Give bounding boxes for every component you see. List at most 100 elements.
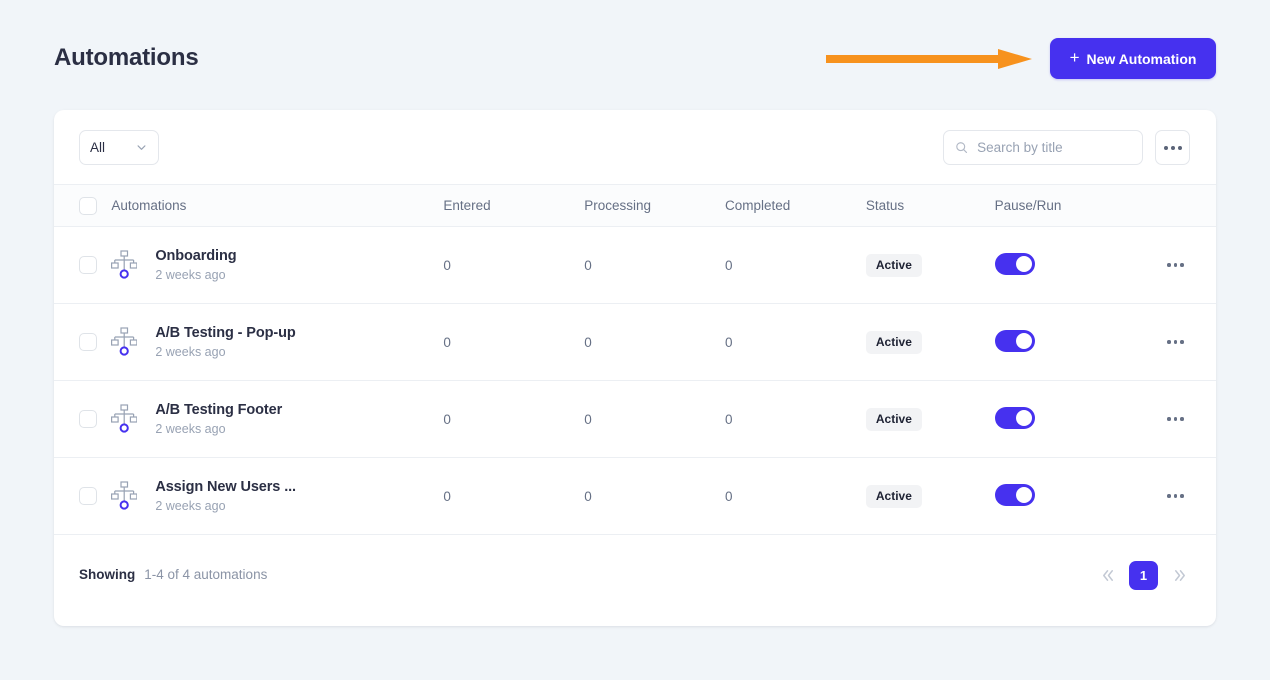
- pagination: 1: [1093, 560, 1194, 590]
- row-title: Onboarding: [155, 248, 237, 264]
- pause-run-toggle[interactable]: [994, 483, 1035, 506]
- column-header-status: Status: [865, 184, 995, 227]
- column-header-entered: Entered: [443, 184, 585, 227]
- row-actions-cell: [1135, 226, 1216, 304]
- row-select-cell: [54, 226, 112, 304]
- filter-dropdown-value: All: [90, 140, 106, 155]
- row-more-button[interactable]: [1135, 340, 1216, 344]
- row-toggle-cell: [994, 226, 1136, 304]
- row-select-cell: [54, 457, 112, 535]
- search-icon: [956, 142, 968, 153]
- automations-page: Automations + New Automation All Search …: [0, 0, 1270, 680]
- select-all-header: [54, 184, 112, 227]
- toggle-knob: [1015, 409, 1032, 426]
- row-checkbox[interactable]: [79, 410, 97, 428]
- toggle-knob: [1015, 486, 1032, 503]
- row-select-cell: [54, 303, 112, 381]
- row-processing-value: 0: [584, 257, 592, 273]
- row-actions-cell: [1135, 303, 1216, 381]
- status-badge: Active: [865, 484, 922, 508]
- column-header-actions: [1135, 184, 1216, 227]
- row-status-cell: Active: [865, 226, 995, 304]
- table-row[interactable]: A/B Testing Footer 2 weeks ago 0 0 0 Act…: [54, 380, 1216, 458]
- row-processing-cell: 0: [584, 380, 726, 458]
- showing-label: Showing: [79, 567, 136, 582]
- column-header-automations: Automations: [111, 184, 444, 227]
- row-checkbox[interactable]: [79, 487, 97, 505]
- row-entered-cell: 0: [443, 457, 585, 535]
- row-subtitle: 2 weeks ago: [155, 345, 226, 359]
- row-toggle-cell: [994, 303, 1136, 381]
- toolbar-more-button[interactable]: [1155, 130, 1190, 165]
- row-processing-cell: 0: [584, 303, 726, 381]
- row-entered-value: 0: [443, 411, 451, 427]
- row-name-cell: A/B Testing - Pop-up 2 weeks ago: [111, 303, 444, 381]
- row-processing-cell: 0: [584, 457, 726, 535]
- showing-range: 1-4 of 4 automations: [144, 567, 268, 582]
- double-chevron-right-icon: [1174, 569, 1185, 581]
- row-entered-cell: 0: [443, 303, 585, 381]
- search-box[interactable]: [943, 130, 1143, 165]
- toggle-knob: [1015, 255, 1032, 272]
- row-completed-cell: 0: [725, 303, 866, 381]
- row-completed-cell: 0: [725, 457, 866, 535]
- row-subtitle: 2 weeks ago: [155, 422, 226, 436]
- new-automation-button[interactable]: + New Automation: [1050, 38, 1216, 79]
- row-checkbox[interactable]: [79, 333, 97, 351]
- row-completed-cell: 0: [725, 380, 866, 458]
- row-more-button[interactable]: [1135, 417, 1216, 421]
- ellipsis-icon: [1167, 417, 1184, 421]
- row-status-cell: Active: [865, 303, 995, 381]
- search-input[interactable]: [977, 140, 1131, 155]
- flowchart-icon: [111, 327, 138, 356]
- annotation-arrow: [826, 49, 1032, 69]
- column-header-pause-run: Pause/Run: [994, 184, 1136, 227]
- row-more-button[interactable]: [1135, 494, 1216, 498]
- table-toolbar: All: [54, 110, 1216, 184]
- filter-dropdown[interactable]: All: [79, 130, 159, 165]
- pause-run-toggle[interactable]: [994, 406, 1035, 429]
- new-automation-button-label: New Automation: [1086, 50, 1197, 67]
- page-header: Automations + New Automation: [0, 0, 1270, 110]
- row-checkbox[interactable]: [79, 256, 97, 274]
- row-more-button[interactable]: [1135, 263, 1216, 267]
- row-entered-cell: 0: [443, 226, 585, 304]
- column-header-completed: Completed: [725, 184, 866, 227]
- row-actions-cell: [1135, 380, 1216, 458]
- table-row[interactable]: A/B Testing - Pop-up 2 weeks ago 0 0 0 A…: [54, 303, 1216, 381]
- row-processing-value: 0: [584, 334, 592, 350]
- row-actions-cell: [1135, 457, 1216, 535]
- row-entered-value: 0: [443, 334, 451, 350]
- select-all-checkbox[interactable]: [79, 196, 97, 215]
- automations-table: Automations Entered Processing Completed…: [54, 184, 1216, 535]
- ellipsis-icon: [1163, 145, 1182, 150]
- table-header-row: Automations Entered Processing Completed…: [54, 184, 1216, 227]
- pause-run-toggle[interactable]: [994, 252, 1035, 275]
- row-completed-value: 0: [725, 257, 733, 273]
- table-footer: Showing 1-4 of 4 automations 1: [54, 535, 1216, 617]
- row-status-cell: Active: [865, 457, 995, 535]
- status-badge: Active: [865, 407, 922, 431]
- row-name-cell: A/B Testing Footer 2 weeks ago: [111, 380, 444, 458]
- table-row[interactable]: Onboarding 2 weeks ago 0 0 0 Active: [54, 226, 1216, 304]
- table-header: Automations Entered Processing Completed…: [54, 184, 1216, 227]
- last-page-button[interactable]: [1164, 560, 1194, 590]
- row-processing-value: 0: [584, 488, 592, 504]
- page-1-button[interactable]: 1: [1129, 560, 1158, 590]
- row-processing-value: 0: [584, 411, 592, 427]
- showing-summary: Showing 1-4 of 4 automations: [79, 567, 267, 582]
- table-row[interactable]: Assign New Users ... 2 weeks ago 0 0 0 A…: [54, 457, 1216, 535]
- row-completed-value: 0: [725, 488, 733, 504]
- column-header-processing: Processing: [584, 184, 726, 227]
- row-toggle-cell: [994, 457, 1136, 535]
- page-title: Automations: [54, 44, 199, 71]
- row-processing-cell: 0: [584, 226, 726, 304]
- row-subtitle: 2 weeks ago: [155, 499, 226, 513]
- row-select-cell: [54, 380, 112, 458]
- flowchart-icon: [111, 250, 138, 279]
- chevron-down-icon: [137, 145, 146, 150]
- first-page-button[interactable]: [1093, 560, 1123, 590]
- pause-run-toggle[interactable]: [994, 329, 1035, 352]
- row-title: A/B Testing - Pop-up: [155, 325, 296, 341]
- ellipsis-icon: [1167, 340, 1184, 344]
